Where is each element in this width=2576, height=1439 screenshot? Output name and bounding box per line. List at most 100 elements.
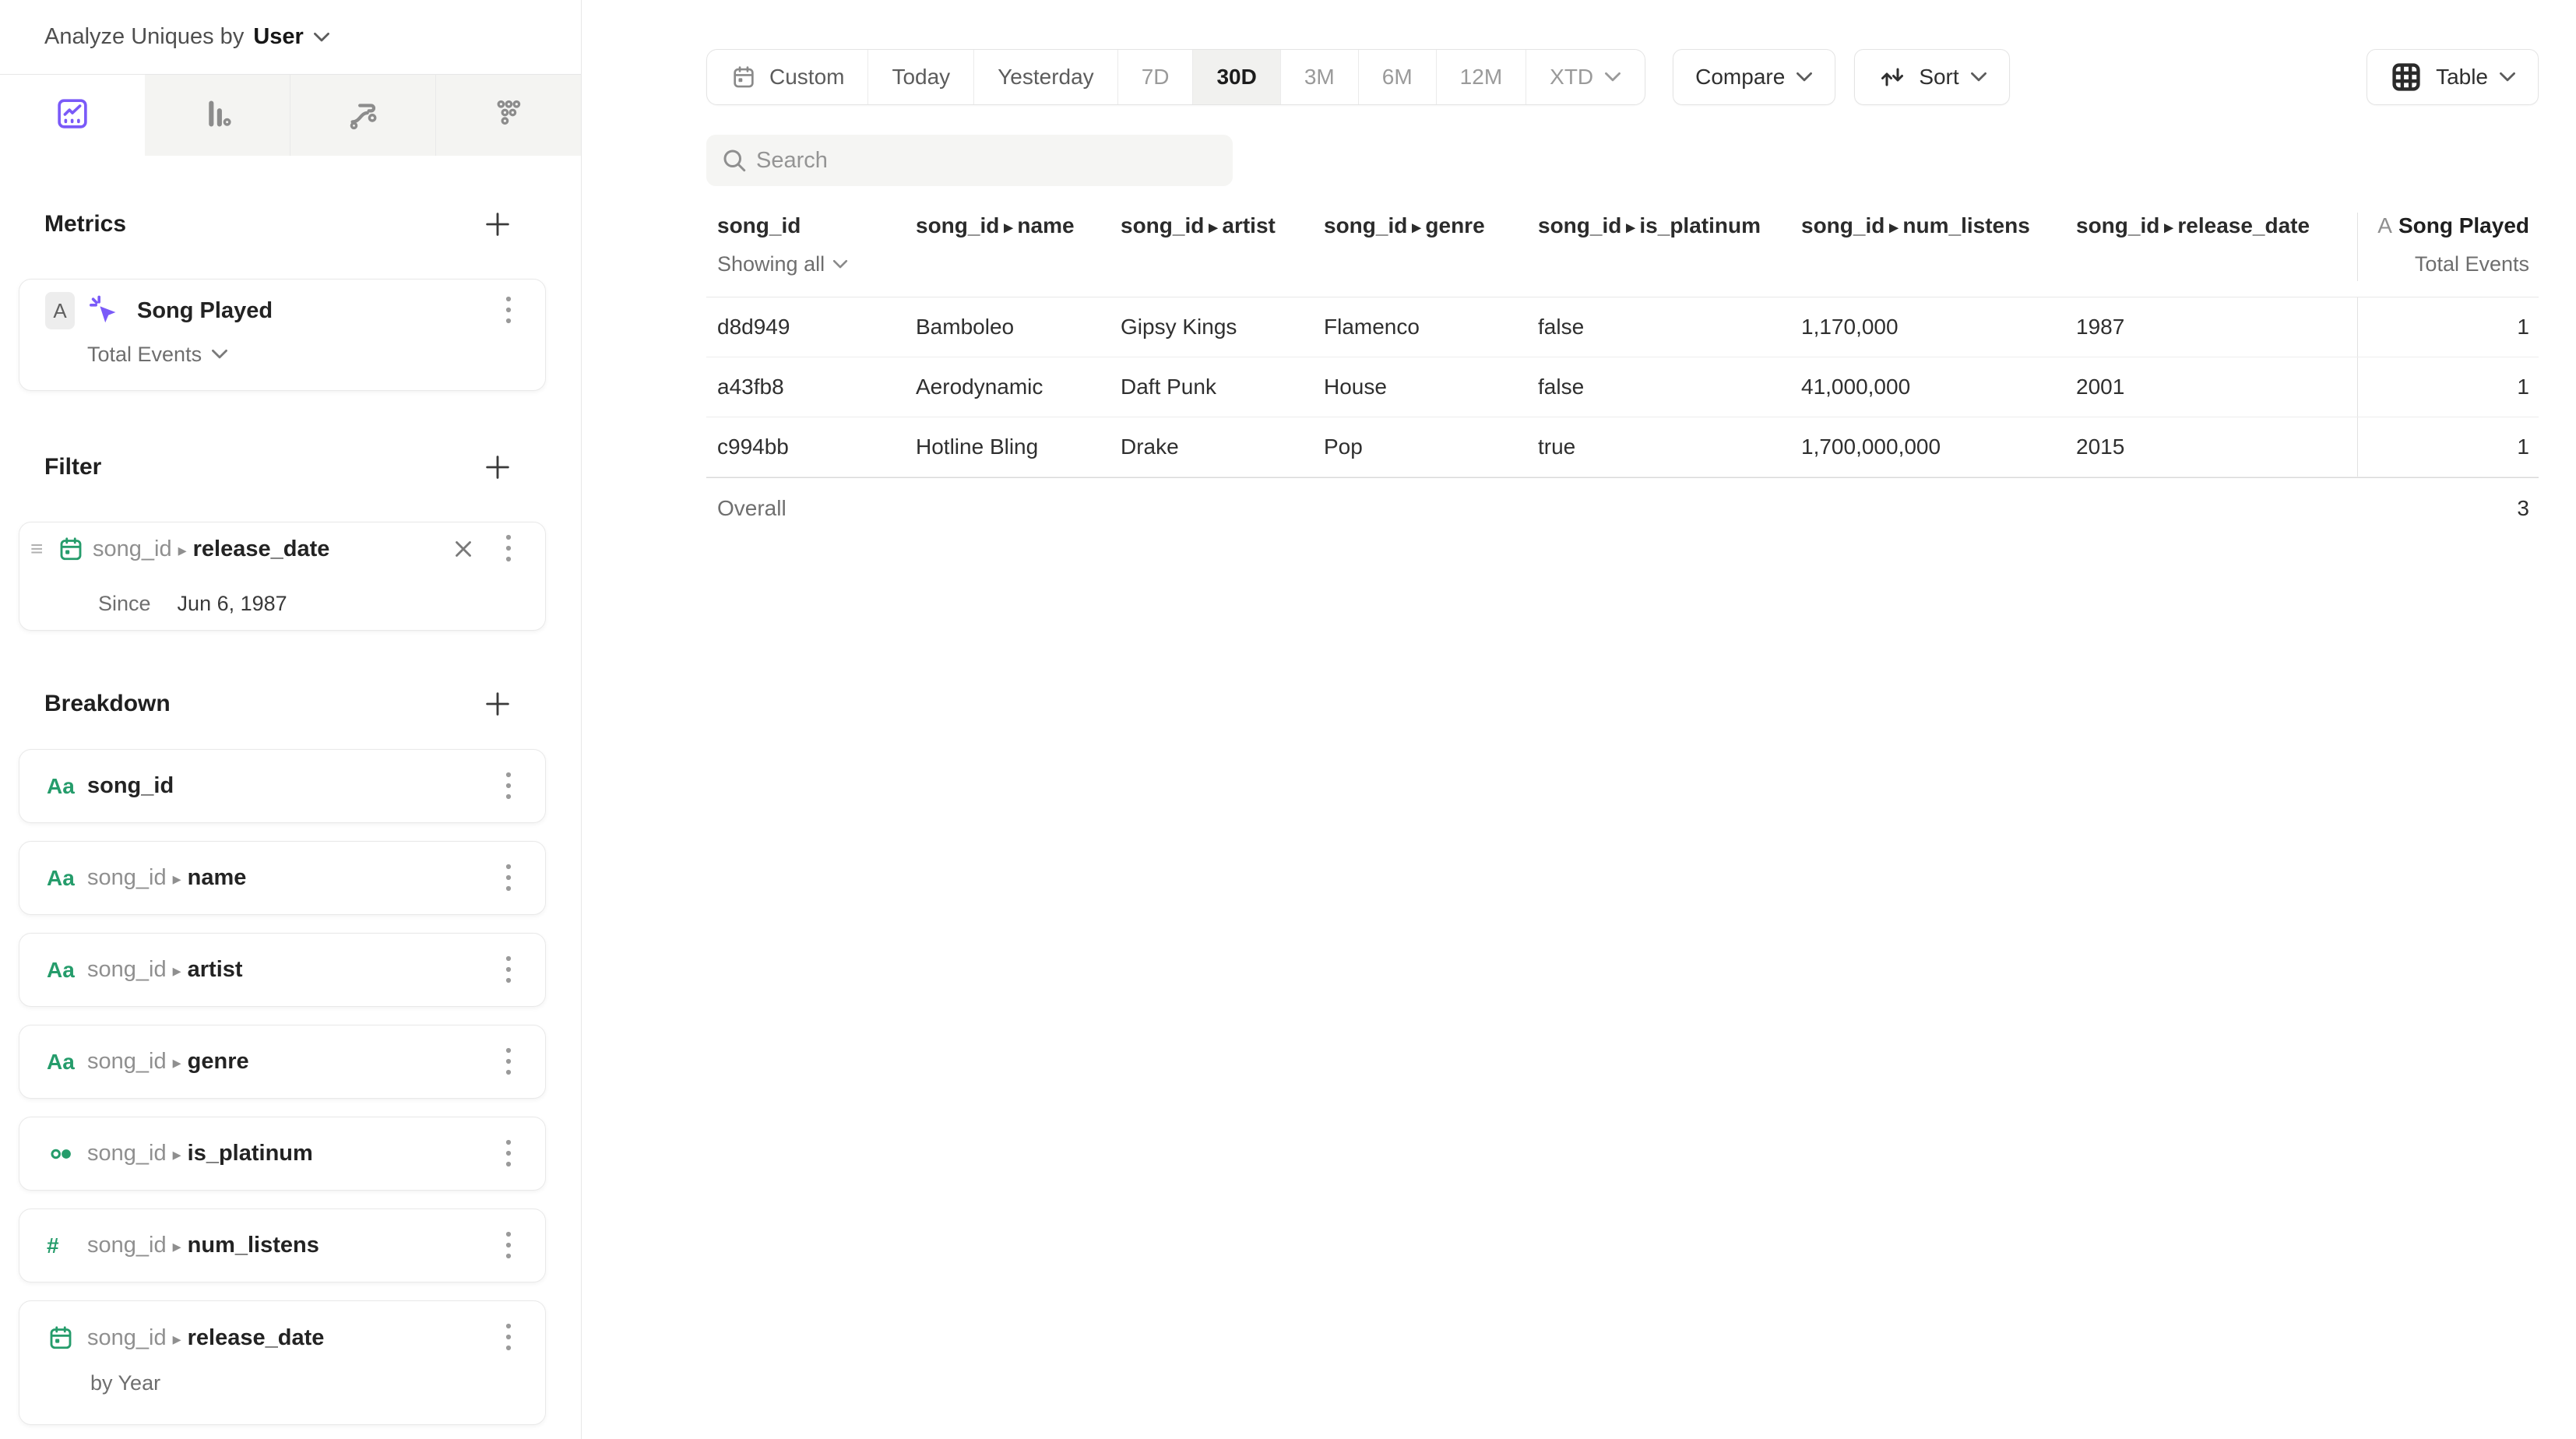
overall-label: Overall <box>706 478 916 538</box>
add-metric-button[interactable] <box>482 209 513 240</box>
chevron-down-icon[interactable] <box>313 32 330 43</box>
breakdown-item[interactable]: Aa song_id▸artist <box>19 933 546 1007</box>
column-header-release-date[interactable]: song_id▸release_date <box>2076 213 2357 281</box>
filter-card-row: ≡ song_id▸release_date <box>30 527 514 571</box>
kebab-menu-icon[interactable] <box>503 1045 514 1079</box>
breakdown-property: artist <box>188 957 243 982</box>
metric-aggregation[interactable]: Total Events <box>87 337 514 371</box>
column-header-num-listens[interactable]: song_id▸num_listens <box>1801 213 2076 281</box>
metrics-title: Metrics <box>44 211 126 237</box>
kebab-menu-icon[interactable] <box>503 769 514 804</box>
filter-operator[interactable]: Since <box>98 592 151 616</box>
remove-filter-icon[interactable] <box>450 536 477 562</box>
cell-release-date: 1987 <box>2076 297 2357 357</box>
search-input[interactable] <box>706 135 1233 186</box>
cell-song-id: a43fb8 <box>706 357 916 417</box>
table-row[interactable]: a43fb8 Aerodynamic Daft Punk House false… <box>706 357 2539 417</box>
column-header-song-id[interactable]: song_id Showing all <box>706 213 916 281</box>
cell-song-id: c994bb <box>706 417 916 477</box>
add-breakdown-button[interactable] <box>482 688 513 720</box>
cell-metric-value: 1 <box>2357 357 2539 417</box>
filter-section-header: Filter <box>19 450 546 484</box>
table-search <box>706 135 1233 186</box>
column-header-artist[interactable]: song_id▸artist <box>1121 213 1324 281</box>
metric-event-name[interactable]: Song Played <box>137 298 273 324</box>
cell-num-listens: 41,000,000 <box>1801 357 2076 417</box>
range-today[interactable]: Today <box>867 50 973 104</box>
filter-card[interactable]: ≡ song_id▸release_date Since Jun 6, 1987 <box>19 522 546 631</box>
query-builder-sidebar: Analyze Uniques by User Metrics A Song P… <box>0 0 582 1439</box>
search-icon <box>720 146 748 174</box>
range-3m[interactable]: 3M <box>1280 50 1358 104</box>
kebab-menu-icon[interactable] <box>503 1229 514 1263</box>
table-row[interactable]: d8d949 Bamboleo Gipsy Kings Flamenco fal… <box>706 297 2539 357</box>
range-6m[interactable]: 6M <box>1358 50 1436 104</box>
cell-release-date: 2015 <box>2076 417 2357 477</box>
sort-button[interactable]: Sort <box>1854 49 2009 105</box>
breakdown-property: song_id <box>87 773 174 798</box>
column-header-genre[interactable]: song_id▸genre <box>1324 213 1538 281</box>
showing-all-dropdown[interactable]: Showing all <box>717 247 916 281</box>
add-filter-button[interactable] <box>482 452 513 483</box>
property-prefix: song_id <box>93 537 172 561</box>
range-custom[interactable]: Custom <box>707 50 867 104</box>
cell-genre: Pop <box>1324 417 1538 477</box>
overall-value: 3 <box>2357 478 2539 538</box>
calendar-icon <box>730 64 757 90</box>
range-xtd[interactable]: XTD <box>1526 50 1645 104</box>
kebab-menu-icon[interactable] <box>503 532 514 566</box>
drag-handle-icon[interactable]: ≡ <box>30 538 49 560</box>
filter-condition: Since Jun 6, 1987 <box>98 586 514 621</box>
sidebar-body: Metrics A Song Played Total Events Fi <box>0 207 581 1425</box>
cell-is-platinum: false <box>1538 297 1801 357</box>
breakdown-item[interactable]: Aa song_id▸genre <box>19 1025 546 1099</box>
tab-line-chart[interactable] <box>0 75 145 156</box>
kebab-menu-icon[interactable] <box>503 861 514 895</box>
cell-release-date: 2001 <box>2076 357 2357 417</box>
filter-value[interactable]: Jun 6, 1987 <box>178 592 287 616</box>
tab-bar-chart[interactable] <box>145 75 290 156</box>
date-type-icon <box>47 1324 87 1352</box>
breakdown-item[interactable]: song_id▸is_platinum <box>19 1117 546 1191</box>
cell-song-id: d8d949 <box>706 297 916 357</box>
range-yesterday[interactable]: Yesterday <box>973 50 1117 104</box>
column-header-metric[interactable]: ASong Played Total Events <box>2357 213 2539 281</box>
breakdown-property: genre <box>188 1049 249 1074</box>
series-badge: A <box>45 292 75 329</box>
filter-property-path[interactable]: song_id▸release_date <box>93 537 329 562</box>
column-header-name[interactable]: song_id▸name <box>916 213 1121 281</box>
table-grid-icon <box>2389 60 2423 94</box>
table-row[interactable]: c994bb Hotline Bling Drake Pop true 1,70… <box>706 417 2539 477</box>
kebab-menu-icon[interactable] <box>503 294 514 328</box>
metric-card-row: A Song Played <box>45 289 514 332</box>
breakdown-item[interactable]: Aa song_id▸name <box>19 841 546 915</box>
tab-scatter[interactable] <box>435 75 581 156</box>
breakdown-modifier[interactable]: by Year <box>90 1371 514 1395</box>
analyze-entity-dropdown[interactable]: User <box>253 24 304 50</box>
range-30d[interactable]: 30D <box>1192 50 1279 104</box>
cell-is-platinum: false <box>1538 357 1801 417</box>
compare-button[interactable]: Compare <box>1673 49 1835 105</box>
sort-arrows-icon <box>1877 62 1908 93</box>
kebab-menu-icon[interactable] <box>503 1137 514 1171</box>
aggregation-label: Total Events <box>87 343 202 367</box>
column-header-is-platinum[interactable]: song_id▸is_platinum <box>1538 213 1801 281</box>
breakdown-item[interactable]: Aa song_id <box>19 749 546 823</box>
chevron-down-icon <box>832 259 848 269</box>
kebab-menu-icon[interactable] <box>503 1321 514 1355</box>
analyze-label: Analyze Uniques by <box>44 24 244 50</box>
cell-artist: Drake <box>1121 417 1324 477</box>
date-range-picker: Custom Today Yesterday 7D 30D 3M 6M 12M … <box>706 49 1645 105</box>
range-7d[interactable]: 7D <box>1117 50 1193 104</box>
kebab-menu-icon[interactable] <box>503 953 514 987</box>
breakdown-section-header: Breakdown <box>19 687 546 721</box>
range-12m[interactable]: 12M <box>1436 50 1526 104</box>
tab-flow[interactable] <box>290 75 435 156</box>
breakdown-item[interactable]: song_id▸release_date by Year <box>19 1300 546 1425</box>
breakdown-item[interactable]: # song_id▸num_listens <box>19 1209 546 1282</box>
cell-metric-value: 1 <box>2357 297 2539 357</box>
chevron-down-icon <box>1796 72 1813 83</box>
chevron-down-icon <box>1970 72 1987 83</box>
metric-card[interactable]: A Song Played Total Events <box>19 279 546 391</box>
view-type-button[interactable]: Table <box>2367 49 2539 105</box>
